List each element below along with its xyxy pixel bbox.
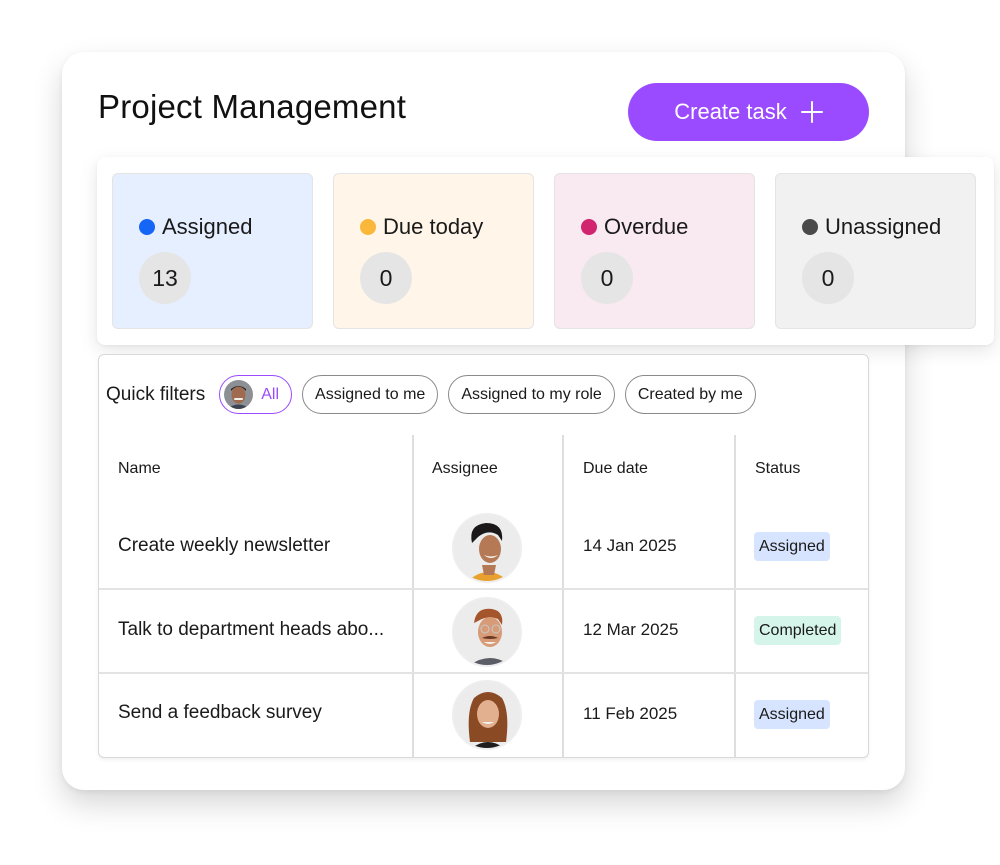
stat-card-assigned[interactable]: Assigned 13 xyxy=(112,173,313,329)
filter-chip-assigned-to-me[interactable]: Assigned to me xyxy=(302,375,439,414)
plus-icon xyxy=(800,101,823,123)
stat-label: Overdue xyxy=(604,214,689,239)
status-dot-icon xyxy=(802,219,818,235)
due-date: 14 Jan 2025 xyxy=(583,536,677,555)
assignee-avatar[interactable] xyxy=(452,680,522,750)
filter-chip-assigned-to-my-role[interactable]: Assigned to my role xyxy=(448,375,615,414)
assignee-avatar[interactable] xyxy=(452,597,522,667)
due-date: 11 Feb 2025 xyxy=(583,704,678,723)
due-date: 12 Mar 2025 xyxy=(583,620,679,639)
filter-chip-created-by-me[interactable]: Created by me xyxy=(624,375,756,414)
column-header-status[interactable]: Status xyxy=(755,460,800,478)
status-dot-icon xyxy=(581,219,597,235)
quick-filters-label: Quick filters xyxy=(106,383,206,405)
task-name[interactable]: Talk to department heads abo... xyxy=(118,619,384,641)
stat-card-overdue[interactable]: Overdue 0 xyxy=(554,173,755,329)
stat-label: Assigned xyxy=(162,214,253,239)
column-header-assignee[interactable]: Assignee xyxy=(432,460,498,478)
column-header-name[interactable]: Name xyxy=(118,460,161,478)
assignee-avatar[interactable] xyxy=(452,513,522,583)
user-avatar-icon xyxy=(224,380,254,409)
quick-filters: Quick filters All Assigned to me Assigne… xyxy=(106,375,756,414)
column-divider[interactable] xyxy=(562,435,564,757)
stat-label: Due today xyxy=(383,214,484,239)
row-divider xyxy=(99,588,868,590)
stat-card-unassigned[interactable]: Unassigned 0 xyxy=(775,173,976,329)
create-task-label: Create task xyxy=(674,99,787,124)
status-dot-icon xyxy=(360,219,376,235)
stat-count: 0 xyxy=(581,252,633,304)
status-dot-icon xyxy=(139,219,155,235)
task-name[interactable]: Create weekly newsletter xyxy=(118,535,330,557)
stat-label: Unassigned xyxy=(825,214,942,239)
create-task-button[interactable]: Create task xyxy=(628,83,869,141)
stats-panel: Assigned 13 Due today 0 Overdue 0 Unassi… xyxy=(97,157,994,345)
page-title: Project Management xyxy=(98,88,407,125)
status-badge: Completed xyxy=(754,616,842,645)
status-badge: Assigned xyxy=(754,700,830,729)
stat-count: 0 xyxy=(360,252,412,304)
column-header-due-date[interactable]: Due date xyxy=(583,460,648,478)
row-divider xyxy=(99,672,868,674)
column-divider xyxy=(412,435,414,757)
task-table-panel: Quick filters All Assigned to me Assigne… xyxy=(98,354,869,758)
filter-chip-all[interactable]: All xyxy=(219,375,293,414)
task-name[interactable]: Send a feedback survey xyxy=(118,702,322,724)
stat-count: 0 xyxy=(802,252,854,304)
stat-count: 13 xyxy=(139,252,191,304)
status-badge: Assigned xyxy=(754,532,830,561)
stat-card-due-today[interactable]: Due today 0 xyxy=(333,173,534,329)
column-divider xyxy=(734,435,736,757)
filter-chip-label: All xyxy=(261,385,280,403)
